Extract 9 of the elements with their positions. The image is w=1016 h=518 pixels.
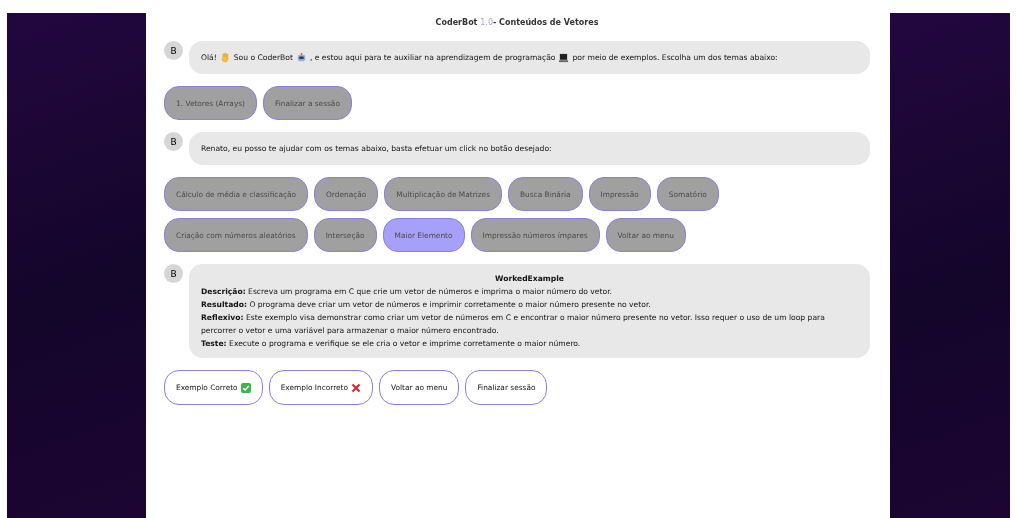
check-icon: [240, 382, 251, 393]
bot-avatar: B: [164, 264, 183, 283]
cross-icon: [351, 382, 361, 393]
waving-hand-icon: [219, 52, 231, 63]
bot-avatar: B: [164, 132, 183, 151]
laptop-icon: [558, 52, 570, 63]
page-title: CoderBot 1.0- Conteúdos de Vetores: [434, 18, 600, 27]
bot-avatar: B: [164, 41, 183, 60]
robot-icon: [295, 52, 307, 63]
